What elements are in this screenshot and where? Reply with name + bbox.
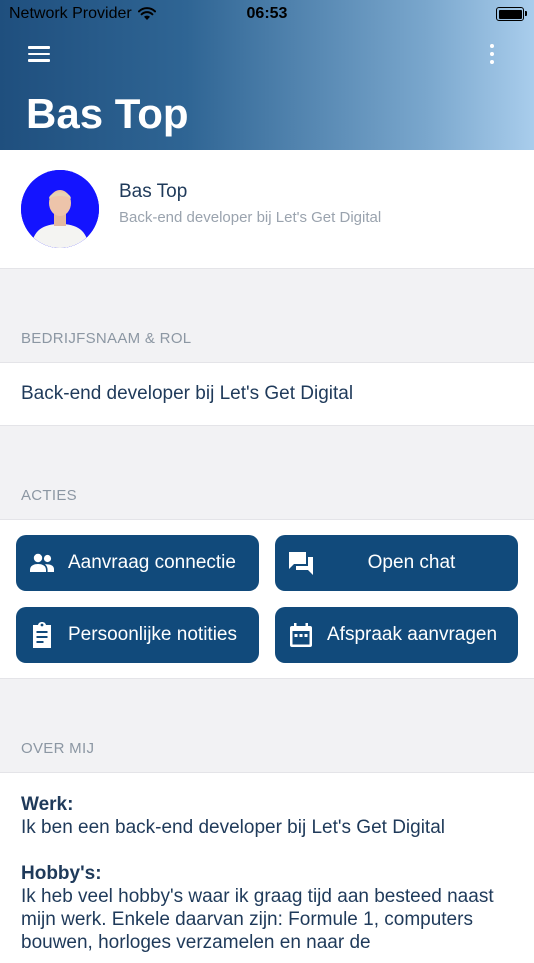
status-bar: Network Provider 06:53 — [0, 0, 534, 28]
personal-notes-label: Persoonlijke notities — [68, 624, 237, 645]
about-panel: Werk: Ik ben een back-end developer bij … — [0, 772, 534, 963]
avatar — [21, 170, 99, 248]
people-icon — [30, 553, 54, 572]
clipboard-icon — [33, 622, 51, 648]
section-label-about: OVER MIJ — [21, 740, 95, 757]
battery-icon — [496, 7, 527, 21]
profile-subtitle: Back-end developer bij Let's Get Digital — [119, 209, 382, 226]
chat-icon — [289, 552, 313, 575]
personal-notes-button[interactable]: Persoonlijke notities — [16, 607, 259, 663]
open-chat-button[interactable]: Open chat — [275, 535, 518, 591]
calendar-icon — [290, 623, 312, 647]
section-label-actions: ACTIES — [21, 487, 77, 504]
section-label-company: BEDRIJFSNAAM & ROL — [21, 330, 192, 347]
profile-card: Bas Top Back-end developer bij Let's Get… — [0, 150, 534, 269]
company-role-value: Back-end developer bij Let's Get Digital — [21, 383, 354, 404]
hobby-text: Ik heb veel hobby's waar ik graag tijd a… — [21, 886, 494, 953]
request-connection-label: Aanvraag connectie — [68, 552, 236, 573]
menu-icon[interactable] — [28, 46, 50, 62]
request-appointment-label: Afspraak aanvragen — [327, 624, 498, 645]
profile-name: Bas Top — [119, 181, 188, 202]
open-chat-label: Open chat — [367, 552, 456, 573]
work-text: Ik ben een back-end developer bij Let's … — [21, 817, 445, 838]
page-title: Bas Top — [26, 90, 189, 137]
company-role-row: Back-end developer bij Let's Get Digital — [0, 362, 534, 426]
hobby-heading: Hobby's: — [21, 863, 102, 884]
request-appointment-button[interactable]: Afspraak aanvragen — [275, 607, 518, 663]
clock: 06:53 — [246, 5, 288, 22]
actions-panel: Aanvraag connectie Open chat Persoonlijk… — [0, 519, 534, 679]
more-options-icon[interactable] — [488, 44, 496, 64]
request-connection-button[interactable]: Aanvraag connectie — [16, 535, 259, 591]
work-heading: Werk: — [21, 794, 74, 815]
